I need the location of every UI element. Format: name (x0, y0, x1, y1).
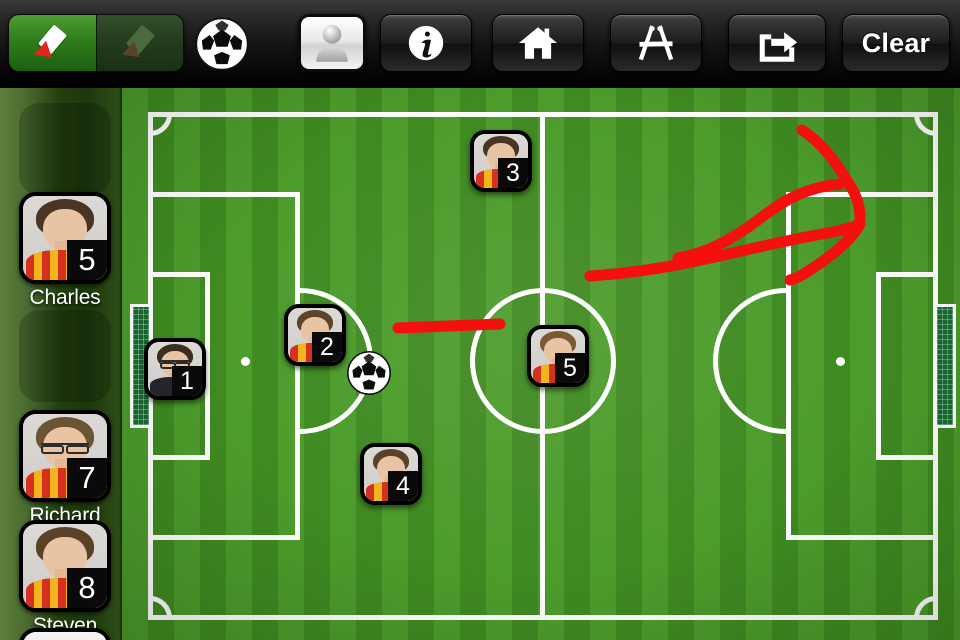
sidebar-player-richard[interactable]: 7 Richard (19, 410, 111, 528)
app-store-button[interactable] (610, 14, 702, 72)
avatar: 5 (19, 192, 111, 284)
right-penalty-spot (836, 357, 845, 366)
player-number: 5 (555, 353, 585, 383)
avatar: 8 (19, 520, 111, 612)
right-goal-area (876, 272, 938, 460)
players-button[interactable] (298, 14, 366, 72)
toolbar: Clear (0, 0, 960, 88)
clear-button-label: Clear (861, 27, 931, 58)
eraser-icon (120, 23, 160, 65)
player-number: 2 (312, 332, 342, 362)
right-goal-net (934, 304, 956, 428)
person-icon (316, 25, 348, 62)
soccer-ball-icon (347, 351, 391, 395)
sidebar-player-steven[interactable]: 8 Steven (19, 520, 111, 638)
pencil-icon (32, 23, 72, 65)
avatar (19, 628, 111, 640)
player-number: 4 (388, 471, 418, 501)
eraser-tool-button[interactable] (95, 15, 183, 71)
player-sidebar[interactable]: 5 Charles 7 Richard 8 Steven (0, 88, 122, 640)
pitch-ball[interactable] (346, 350, 392, 396)
sidebar-slot-empty[interactable] (19, 310, 111, 402)
info-button[interactable] (380, 14, 472, 72)
share-button[interactable] (728, 14, 826, 72)
avatar: 7 (19, 410, 111, 502)
empty-slot-placeholder (19, 103, 111, 195)
share-icon (759, 32, 798, 62)
player-number: 3 (498, 158, 528, 188)
player-number: 5 (67, 240, 107, 280)
soccer-ball-icon (195, 17, 249, 71)
pitch-player-token[interactable]: 2 (284, 304, 346, 366)
tool-segmented-control[interactable] (8, 14, 184, 72)
ball-button[interactable] (194, 16, 250, 72)
home-icon (518, 27, 558, 59)
tactics-board-app: Clear 5 Charles 7 Richard 8 Steven 1 2 3… (0, 0, 960, 640)
pitch-player-token[interactable]: 4 (360, 443, 422, 505)
pitch-player-token[interactable]: 3 (470, 130, 532, 192)
pen-tool-button[interactable] (9, 15, 96, 71)
pitch-player-token[interactable]: 5 (527, 325, 589, 387)
player-number: 8 (67, 568, 107, 608)
sidebar-slot-empty[interactable] (19, 103, 111, 195)
clear-button[interactable]: Clear (842, 14, 950, 72)
left-penalty-spot (241, 357, 250, 366)
sidebar-player-charles[interactable]: 5 Charles (19, 192, 111, 310)
sidebar-player-next[interactable] (19, 628, 111, 640)
player-name: Charles (29, 286, 101, 309)
home-button[interactable] (492, 14, 584, 72)
player-number: 1 (172, 366, 202, 396)
app-store-icon (638, 25, 674, 61)
info-icon (408, 25, 444, 61)
empty-slot-placeholder (19, 310, 111, 402)
pitch-player-token[interactable]: 1 (144, 338, 206, 400)
player-number: 7 (67, 458, 107, 498)
pitch[interactable]: 1 2 3 4 5 (122, 88, 960, 640)
